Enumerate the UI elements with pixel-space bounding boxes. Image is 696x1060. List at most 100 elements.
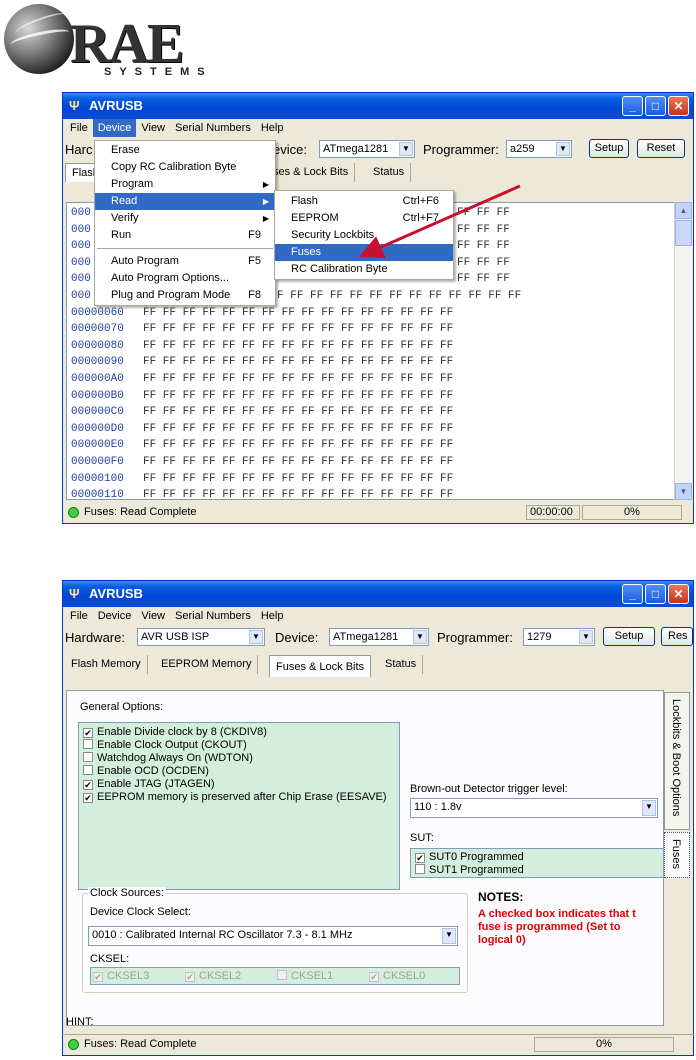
hex-address: 00000060 (71, 306, 124, 319)
clock-select[interactable]: 0010 : Calibrated Internal RC Oscillator… (88, 926, 458, 946)
menu-device[interactable]: Device (93, 607, 137, 625)
device-select-value: ATmega1281 (333, 631, 399, 643)
sut-label: SUT: (410, 832, 434, 844)
checkbox-checked-icon[interactable]: ✔ (83, 780, 93, 790)
checkbox-checked-icon[interactable]: ✔ (415, 853, 425, 863)
maximize-button[interactable]: □ (645, 584, 666, 604)
title-bar[interactable]: Ψ AVRUSB _ □ ✕ (63, 581, 693, 607)
close-button[interactable]: ✕ (668, 584, 689, 604)
checkbox-checked-icon[interactable]: ✔ (369, 972, 379, 982)
option-ckout[interactable]: Enable Clock Output (CKOUT) (83, 739, 247, 752)
side-tab-label: Lockbits & Boot Options (670, 699, 682, 817)
scroll-down-icon[interactable]: ▼ (675, 483, 692, 500)
option-eesave[interactable]: ✔ EEPROM memory is preserved after Chip E… (83, 791, 387, 804)
option-wdton[interactable]: Watchdog Always On (WDTON) (83, 752, 253, 765)
status-text: Fuses: Read Complete (84, 1038, 197, 1050)
hex-row: 00000080 FF FF FF FF FF FF FF FF FF FF FF… (71, 340, 453, 357)
checkbox-checked-icon[interactable]: ✔ (185, 972, 195, 982)
status-percent: 0% (534, 1037, 674, 1052)
cksel0-checkbox[interactable]: ✔ CKSEL0 (369, 970, 425, 983)
hex-row: 000000B0 FF FF FF FF FF FF FF FF FF FF FF… (71, 390, 453, 407)
option-label: SUT0 Programmed (429, 851, 524, 863)
notes-line: logical 0) (478, 934, 526, 946)
hex-bytes: FF FF FF FF FF FF FF FF FF FF FF FF FF F… (143, 489, 454, 500)
hardware-label: Hardware: (65, 630, 125, 645)
hex-bytes: FF FF FF FF FF FF FF FF FF FF FF FF FF F… (143, 339, 454, 352)
hardware-select[interactable]: AVR USB ISP ▼ (137, 628, 265, 646)
cksel1-checkbox[interactable]: CKSEL1 (277, 970, 333, 983)
option-label: CKSEL1 (291, 970, 334, 982)
bod-select-value: 110 : 1.8v (414, 801, 462, 813)
programmer-label: Programmer: (437, 630, 513, 645)
option-label: EEPROM memory is preserved after Chip Er… (97, 791, 387, 803)
option-ocden[interactable]: Enable OCD (OCDEN) (83, 765, 209, 778)
checkbox-checked-icon[interactable]: ✔ (83, 793, 93, 803)
programmer-select[interactable]: 1279 ▼ (523, 628, 595, 646)
programmer-select-value: 1279 (527, 631, 552, 643)
menu-file[interactable]: File (65, 607, 93, 625)
hex-address: 000000E0 (71, 439, 124, 452)
tab-fuses-lock-bits[interactable]: Fuses & Lock Bits (269, 655, 372, 677)
hex-bytes: FF FF FF FF FF FF FF FF FF FF FF FF FF F… (143, 406, 454, 419)
checkbox-checked-icon[interactable]: ✔ (93, 972, 103, 982)
hint-label: HINT: (66, 1016, 94, 1028)
hex-row: 00000070 FF FF FF FF FF FF FF FF FF FF FF… (71, 323, 453, 340)
tab-flash-memory[interactable]: Flash Memory (65, 655, 148, 674)
hex-address: 00000100 (71, 472, 124, 485)
device-select[interactable]: ATmega1281 ▼ (329, 628, 429, 646)
side-tab-lockbits-boot[interactable]: Lockbits & Boot Options (664, 692, 690, 830)
option-label: Watchdog Always On (WDTON) (97, 752, 253, 764)
tab-eeprom-memory[interactable]: EEPROM Memory (155, 655, 259, 674)
cksel3-checkbox[interactable]: ✔ CKSEL3 (93, 970, 149, 983)
cksel-checkboxes: ✔ CKSEL3 ✔ CKSEL2 CKSEL1 ✔ CKSEL0 (90, 967, 460, 985)
checkbox-icon[interactable] (415, 864, 425, 874)
side-tab-fuses[interactable]: Fuses (664, 832, 690, 878)
menu-help[interactable]: Help (256, 607, 289, 625)
checkbox-icon[interactable] (277, 970, 287, 980)
option-jtagen[interactable]: ✔ Enable JTAG (JTAGEN) (83, 778, 215, 791)
side-tab-label: Fuses (670, 839, 682, 869)
option-sut1[interactable]: SUT1 Programmed (415, 864, 524, 877)
device-clock-select-label: Device Clock Select: (90, 906, 191, 918)
notes-line: fuse is programmed (Set to (478, 921, 621, 933)
option-sut0[interactable]: ✔ SUT0 Programmed (415, 851, 524, 864)
menu-serial-numbers[interactable]: Serial Numbers (170, 607, 256, 625)
option-label: CKSEL3 (107, 970, 150, 982)
red-annotation-arrow-icon (359, 184, 521, 259)
notes-body: A checked box indicates that t fuse is p… (478, 908, 664, 947)
hex-row: 000000C0 FF FF FF FF FF FF FF FF FF FF FF… (71, 406, 453, 423)
clock-sources-legend: Clock Sources: (88, 887, 166, 899)
app-icon: Ψ (69, 586, 80, 601)
tab-status[interactable]: Status (379, 655, 424, 674)
hex-row: 000000E0 FF FF FF FF FF FF FF FF FF FF FF… (71, 439, 453, 456)
checkbox-icon[interactable] (83, 739, 93, 749)
hex-bytes: FF FF FF FF FF FF FF FF FF FF FF FF FF F… (143, 323, 454, 336)
bod-select[interactable]: 110 : 1.8v ▼ (410, 798, 658, 818)
hex-address: 000000F0 (71, 456, 124, 468)
status-text: Fuses: Read Complete (84, 506, 197, 518)
status-led-icon (68, 507, 79, 518)
hex-address: 00000110 (71, 489, 124, 500)
hex-row: 00000060 FF FF FF FF FF FF FF FF FF FF FF… (71, 307, 453, 324)
hex-bytes: FF FF FF FF FF FF FF FF FF FF FF FF FF F… (143, 356, 454, 369)
window-title: AVRUSB (89, 586, 143, 601)
hex-address: 000000D0 (71, 422, 124, 435)
hex-row: 000000A0 FF FF FF FF FF FF FF FF FF FF FF… (71, 373, 453, 390)
cksel-label: CKSEL: (90, 953, 130, 965)
cksel2-checkbox[interactable]: ✔ CKSEL2 (185, 970, 241, 983)
general-options-list[interactable]: ✔ Enable Divide clock by 8 (CKDIV8) Enabl… (78, 722, 400, 890)
menu-view[interactable]: View (136, 607, 170, 625)
checkbox-icon[interactable] (83, 765, 93, 775)
hex-bytes: FF FF FF FF FF FF FF FF FF FF FF FF FF F… (143, 439, 454, 452)
option-ckdiv8[interactable]: ✔ Enable Divide clock by 8 (CKDIV8) (83, 726, 267, 739)
bod-label: Brown-out Detector trigger level: (410, 783, 568, 795)
minimize-button[interactable]: _ (622, 584, 643, 604)
sut-list[interactable]: ✔ SUT0 Programmed SUT1 Programmed (410, 848, 664, 878)
device-label: Device: (275, 630, 319, 645)
checkbox-icon[interactable] (83, 752, 93, 762)
setup-button[interactable]: Setup (603, 627, 655, 646)
reset-button[interactable]: Res (661, 627, 693, 646)
checkbox-checked-icon[interactable]: ✔ (83, 728, 93, 738)
hex-bytes: FF FF FF FF FF FF FF FF FF FF FF FF FF F… (143, 306, 454, 319)
option-label: CKSEL0 (383, 970, 426, 982)
